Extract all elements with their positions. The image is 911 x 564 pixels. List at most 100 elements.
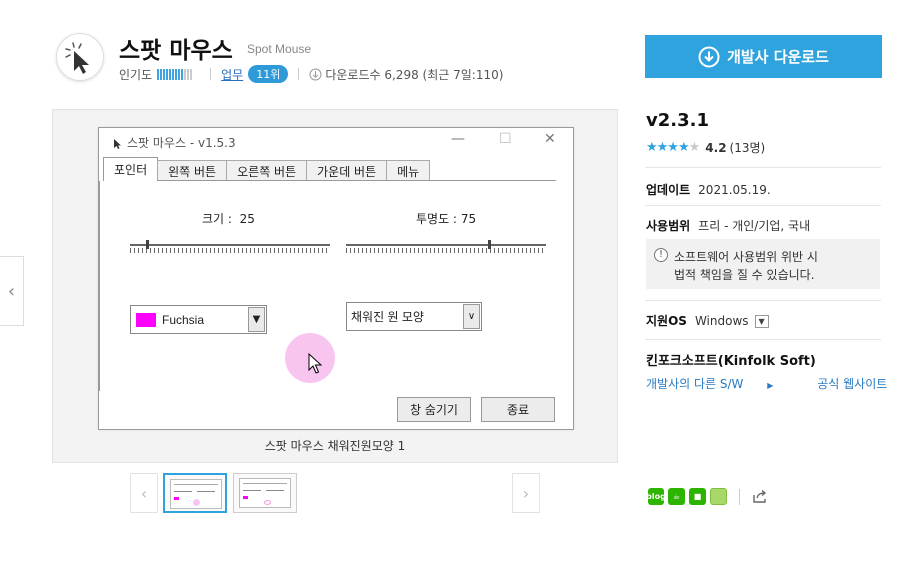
notice-text-2: 법적 책임을 질 수 있습니다. [674, 268, 815, 282]
dropdown-arrow-icon: ▼ [248, 307, 265, 332]
chevron-left-icon: ‹ [140, 483, 148, 503]
divider [645, 300, 881, 301]
mouse-pointer-icon [308, 353, 322, 374]
popularity-segment [181, 68, 184, 80]
shape-select: 채워진 원 모양 ∨ [346, 302, 482, 331]
official-site-link[interactable]: 공식 웹사이트 ▶ [817, 377, 911, 391]
meta-row: 인기도 업무 11위 다운로드수 6,298 (최근 7일:110) [119, 65, 503, 83]
thumbnail-prev-button[interactable]: ‹ [130, 473, 158, 513]
dropdown-arrow-icon: ∨ [463, 304, 480, 329]
cursor-icon [114, 138, 121, 149]
chevron-right-icon: › [522, 483, 530, 503]
tab-menu: 메뉴 [386, 160, 431, 181]
notice-text-1: 소프트웨어 사용범위 위반 시 [674, 250, 818, 264]
divider [298, 68, 300, 80]
opacity-slider [346, 240, 546, 256]
color-select: Fuchsia ▼ [130, 305, 267, 334]
exit-button: 종료 [481, 397, 555, 422]
license-label: 사용범위 [646, 219, 691, 233]
popularity-segment [184, 68, 187, 80]
developer-links: 개발사의 다른 S/W ▶ 공식 웹사이트 ▶ [646, 375, 911, 392]
thumbnail-image [170, 479, 222, 509]
thumbnail-next-button[interactable]: › [512, 473, 540, 513]
screenshot-viewer: 스팟 마우스 - v1.5.3 — ☐ ✕ 포인터 왼쪽 버튼 오른쪽 버튼 가… [52, 109, 618, 463]
update-row: 업데이트 2021.05.19. [646, 181, 771, 198]
window-title-text: 스팟 마우스 - v1.5.3 [127, 136, 236, 150]
download-arrow-icon [698, 46, 720, 67]
panel-border [99, 181, 100, 391]
opacity-value: 75 [460, 212, 477, 226]
download-button-label: 개발사 다운로드 [727, 48, 829, 66]
category-link[interactable]: 업무 [221, 66, 243, 83]
tab-pointer: 포인터 [103, 157, 159, 181]
rating-value: 4.2 [705, 140, 727, 155]
update-label: 업데이트 [646, 183, 691, 197]
tab-middle-button: 가운데 버튼 [306, 160, 388, 181]
tab-divider [157, 180, 556, 181]
size-value: 25 [239, 212, 255, 226]
info-icon: ! [654, 248, 668, 262]
app-title: 스팟 마우스 [119, 38, 233, 64]
other-software-link[interactable]: 개발사의 다른 S/W ▶ [646, 377, 793, 391]
popularity-bar [157, 68, 193, 80]
tab-strip: 포인터 왼쪽 버튼 오른쪽 버튼 가운데 버튼 메뉴 [103, 157, 431, 181]
popularity-segment [178, 68, 181, 80]
rank-badge: 11위 [248, 65, 289, 83]
popularity-segment [157, 68, 160, 80]
license-row: 사용범위 프리 - 개인/기업, 국내 [646, 217, 810, 234]
slider-thumb [488, 240, 491, 249]
popularity-segment [175, 68, 178, 80]
size-label: 크기 : 25 [202, 212, 255, 226]
thumbnail-1[interactable] [163, 473, 227, 513]
screenshot-caption: 스팟 마우스 채워진원모양 1 [264, 439, 406, 453]
rating-count: (13명) [729, 141, 766, 155]
cafe-share-icon[interactable]: ☕ [668, 488, 685, 505]
developer-download-button[interactable]: 개발사 다운로드 [645, 35, 882, 78]
minimize-icon: — [451, 131, 465, 147]
popularity-label: 인기도 [119, 67, 153, 82]
download-count-icon [309, 68, 322, 80]
rating-stars-icon: ★★★★★ [646, 140, 700, 155]
cursor-logo-icon [65, 42, 89, 74]
close-icon: ✕ [544, 131, 556, 147]
update-date: 2021.05.19. [698, 183, 771, 197]
os-value: Windows [694, 314, 749, 328]
opacity-label: 투명도 : 75 [416, 212, 477, 226]
popularity-segment [187, 68, 190, 80]
os-dropdown-icon[interactable]: ▼ [754, 315, 769, 328]
blog-share-icon[interactable]: blog [646, 488, 666, 505]
thumbnail-2[interactable] [233, 473, 297, 513]
color-swatch [136, 312, 156, 327]
os-label: 지원OS [646, 314, 687, 328]
divider [210, 68, 212, 80]
tab-right-button: 오른쪽 버튼 [226, 160, 308, 181]
share-icon[interactable] [752, 489, 768, 504]
tab-left-button: 왼쪽 버튼 [157, 160, 228, 181]
window-title: 스팟 마우스 - v1.5.3 [111, 134, 236, 151]
hide-window-button: 창 숨기기 [397, 397, 471, 422]
bookmark-share-icon[interactable]: ■ [689, 488, 706, 505]
chevron-left-icon: ‹ [7, 280, 16, 302]
popularity-segment [172, 68, 175, 80]
popularity-segment [160, 68, 163, 80]
download-count: 다운로드수 6,298 (최근 7일:110) [325, 67, 504, 82]
share-bar: blog ☕ ■ [646, 488, 768, 505]
memo-share-icon[interactable] [710, 488, 727, 505]
slider-thumb [146, 240, 149, 249]
popularity-segment [163, 68, 166, 80]
popularity-segment [169, 68, 172, 80]
divider [645, 167, 881, 168]
app-window-screenshot: 스팟 마우스 - v1.5.3 — ☐ ✕ 포인터 왼쪽 버튼 오른쪽 버튼 가… [98, 127, 574, 430]
page-prev-button[interactable]: ‹ [0, 256, 24, 326]
thumbnail-image [239, 478, 291, 508]
popularity-segment [166, 68, 169, 80]
app-subtitle: Spot Mouse [247, 42, 312, 56]
version: v2.3.1 [646, 110, 709, 131]
app-icon [56, 33, 104, 81]
triangle-right-icon: ▶ [767, 381, 774, 390]
rating: ★★★★★ 4.2 (13명) [646, 139, 765, 156]
divider [645, 339, 881, 340]
popularity-segment [190, 68, 193, 80]
color-select-value: Fuchsia [162, 312, 205, 327]
maximize-icon: ☐ [499, 131, 512, 147]
